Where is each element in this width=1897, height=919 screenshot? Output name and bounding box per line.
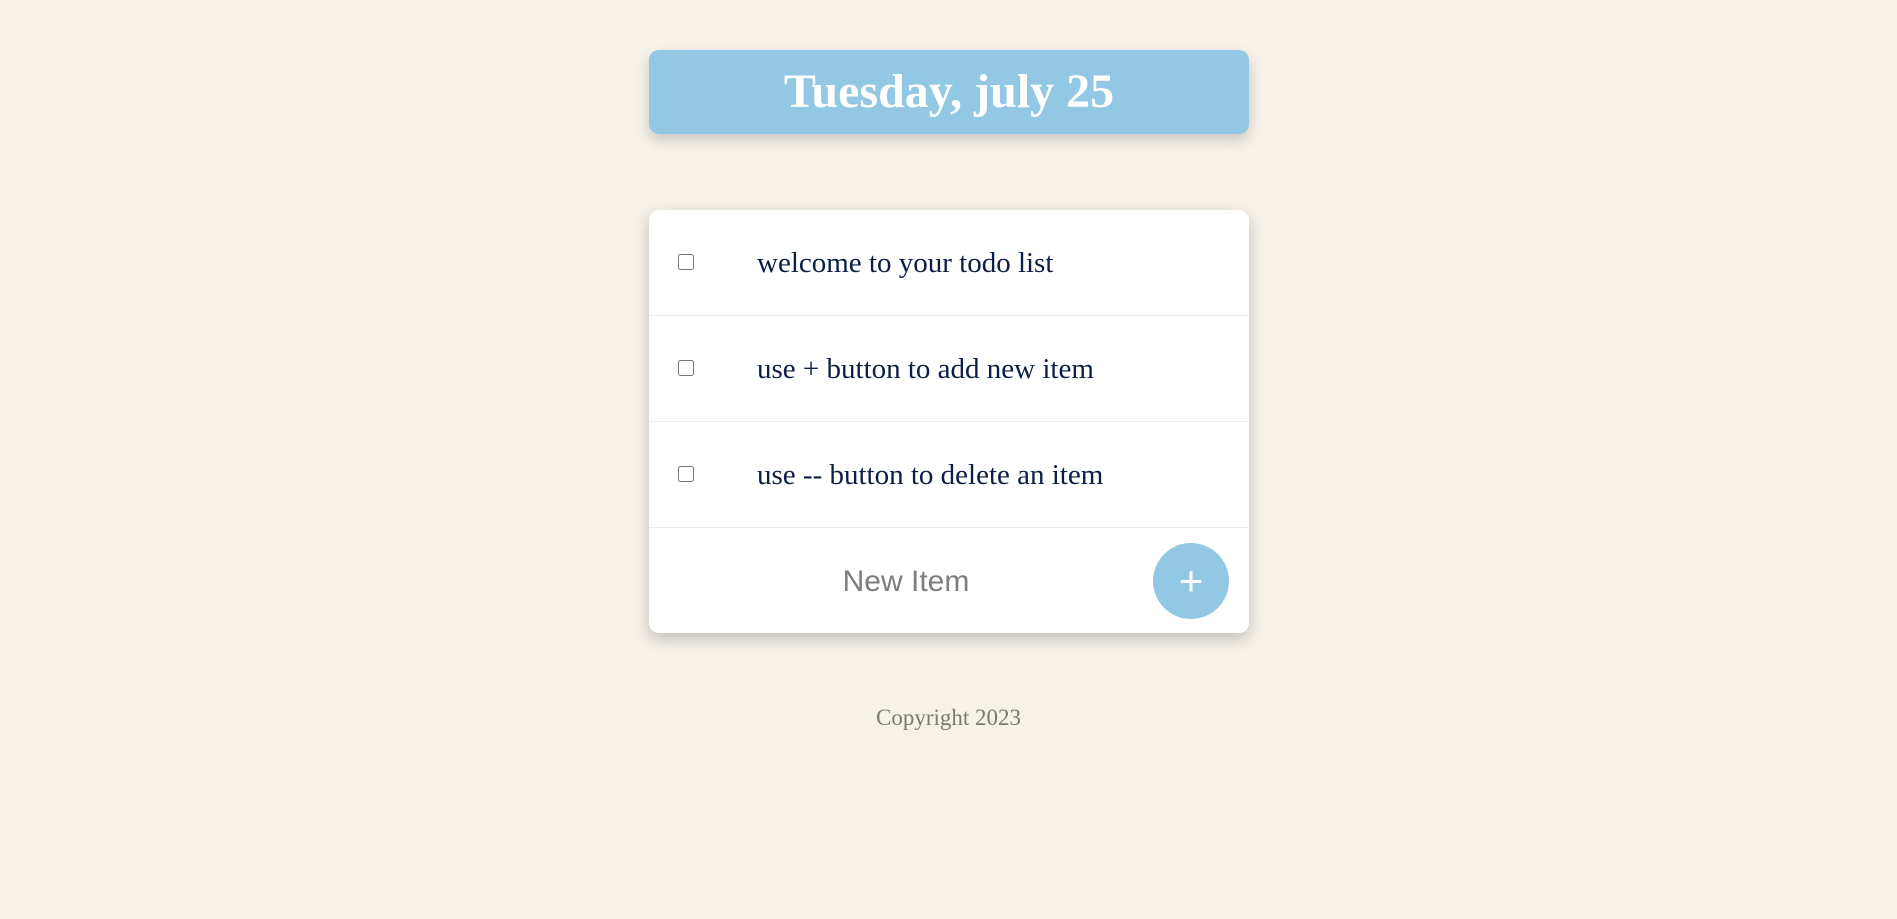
new-item-input[interactable]	[759, 553, 1053, 611]
add-item-button[interactable]: +	[1153, 543, 1229, 619]
new-item-form: +	[649, 528, 1249, 633]
todo-item-label: use + button to add new item	[757, 353, 1094, 385]
todo-item-checkbox[interactable]	[678, 466, 694, 482]
todo-item: welcome to your todo list	[649, 210, 1249, 316]
todo-item-checkbox[interactable]	[678, 360, 694, 376]
todo-item-label: use -- button to delete an item	[757, 459, 1104, 491]
date-header: Tuesday, july 25	[649, 50, 1249, 134]
todo-item-checkbox[interactable]	[678, 254, 694, 270]
todo-item: use + button to add new item	[649, 316, 1249, 422]
todo-item-label: welcome to your todo list	[757, 247, 1054, 279]
page-title: Tuesday, july 25	[783, 65, 1115, 118]
todo-item: use -- button to delete an item	[649, 422, 1249, 528]
copyright-footer: Copyright 2023	[875, 705, 1022, 730]
todo-list-card: welcome to your todo list use + button t…	[649, 210, 1249, 633]
